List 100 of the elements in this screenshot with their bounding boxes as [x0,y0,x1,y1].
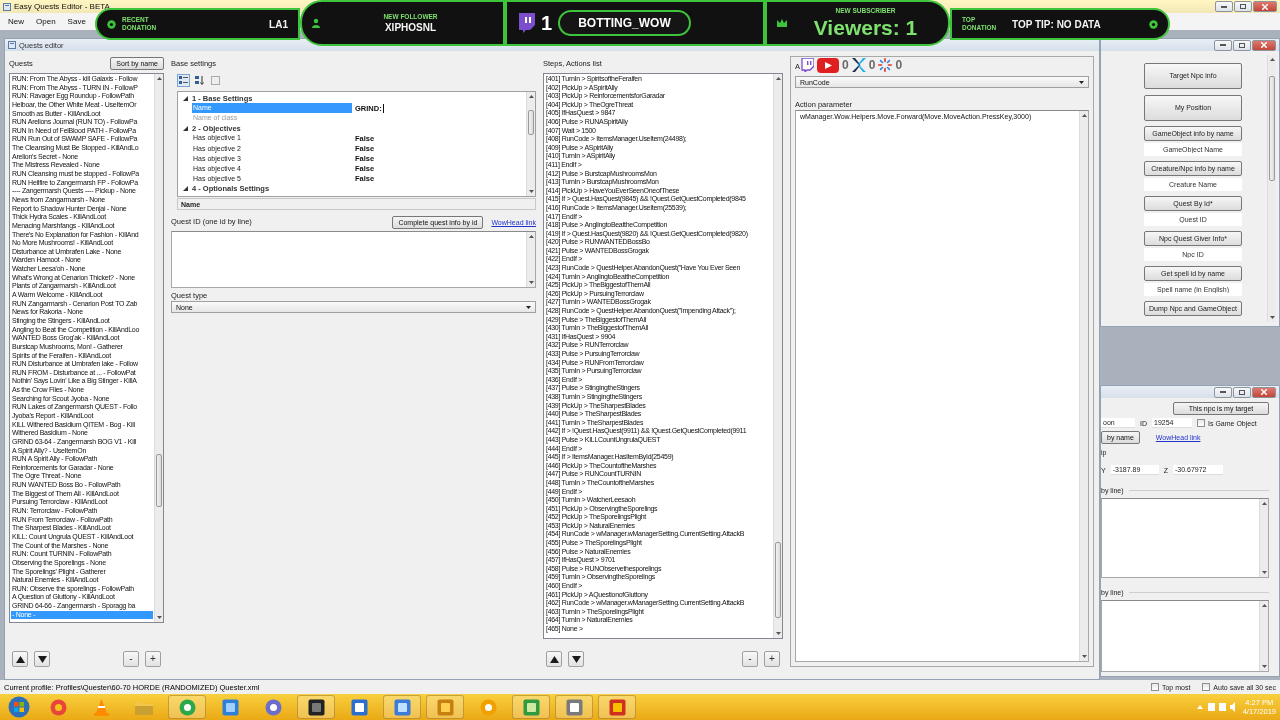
scroll-up-icon[interactable] [1261,604,1267,607]
add-button[interactable]: + [764,651,780,667]
scroll-thumb[interactable] [1269,76,1275,181]
scroll-up-icon[interactable] [775,77,781,80]
app-icon [92,698,110,716]
minimize-button[interactable] [1214,386,1232,398]
app-icon [3,2,11,11]
app-icon [608,698,626,716]
remove-button[interactable]: - [123,651,139,667]
down-arrow-icon [571,655,581,663]
scroll-thumb[interactable] [528,109,534,136]
scrollbar[interactable] [526,92,535,196]
maximize-icon [1239,42,1245,48]
menu-item[interactable]: Save [67,17,86,26]
quest-id-field[interactable] [171,231,536,288]
overlay-value: XIPHOSNL [384,22,437,33]
scroll-up-icon[interactable] [1261,502,1267,505]
scroll-down-icon[interactable] [156,616,162,619]
scroll-up-icon[interactable] [528,235,534,238]
sort-icon [195,76,204,85]
close-icon [1262,3,1268,10]
scrollbar[interactable] [526,232,535,287]
sparkle-icon [878,58,893,72]
up-arrow-icon [15,655,25,663]
minimize-icon [1220,44,1226,46]
down-arrow-icon [37,655,47,663]
app-icon [307,698,325,716]
scroll-thumb[interactable] [775,541,781,619]
scroll-up-icon[interactable] [1269,58,1275,61]
caret-icon [526,305,531,309]
minimize-button[interactable] [1214,39,1232,51]
categorized-button[interactable] [177,74,190,87]
overlay-value: LA1 [269,18,288,30]
app-icon [8,41,16,49]
taskbar-button[interactable] [297,695,335,719]
checkbox[interactable] [1197,419,1205,427]
start-orb-icon [8,696,30,718]
move-down-button[interactable] [34,651,50,667]
close-icon [1261,389,1267,395]
caret-icon [1079,80,1084,84]
coin-icon [107,19,116,29]
maximize-button[interactable] [1234,1,1252,12]
list-field[interactable] [1101,600,1269,672]
scrollbar[interactable] [773,74,782,638]
up-arrow-icon [549,655,559,663]
expand-icon[interactable] [183,125,188,131]
scrollbar[interactable] [1259,499,1268,577]
social-count: 0 [868,58,876,72]
scroll-down-icon[interactable] [1269,316,1275,319]
move-down-button[interactable] [568,651,584,667]
menu-item[interactable]: Open [36,17,56,26]
scrollbar[interactable] [1079,111,1088,661]
sort-alphabetical-button[interactable] [193,74,206,87]
scrollbar[interactable] [1259,601,1268,671]
expand-icon[interactable] [183,95,188,101]
maximize-button[interactable] [1233,39,1251,51]
social-count: 0 [895,58,903,72]
scroll-down-icon[interactable] [1261,571,1267,574]
window-title: Easy Quests Editor - BETA [14,2,110,11]
scroll-down-icon[interactable] [528,281,534,284]
app-icon [522,698,540,716]
scroll-up-icon[interactable] [528,95,534,98]
app-icon [178,698,196,716]
maximize-icon [1240,4,1246,9]
list-field[interactable] [1101,498,1269,578]
close-button[interactable] [1252,386,1276,398]
app-icon [264,698,282,716]
app-icon [479,698,497,716]
minimize-button[interactable] [1215,1,1233,12]
maximize-button[interactable] [1233,386,1251,398]
add-button[interactable]: + [145,651,161,667]
scroll-thumb[interactable] [156,454,162,507]
chat-logo-icon [517,13,535,33]
scroll-up-icon[interactable] [156,77,162,80]
app-icon [135,699,153,715]
scroll-up-icon[interactable] [1081,114,1087,117]
scroll-down-icon[interactable] [1081,655,1087,658]
user-icon [312,18,322,28]
expand-icon[interactable] [183,186,188,192]
maximize-icon [1239,389,1245,395]
close-icon [1261,42,1267,48]
close-button[interactable] [1252,39,1276,51]
menu-item[interactable]: New [8,17,24,26]
move-up-button[interactable] [12,651,28,667]
remove-button[interactable]: - [742,651,758,667]
scrollbar[interactable] [1267,55,1276,322]
channel-name: BOTTING_WOW [558,10,691,36]
move-up-button[interactable] [546,651,562,667]
chat-logo-icon [801,58,814,72]
scroll-down-icon[interactable] [775,632,781,635]
coin-icon [1149,19,1158,29]
app-icon [221,698,239,716]
list-icon [179,76,188,85]
checkbox[interactable] [1150,683,1159,691]
scroll-down-icon[interactable] [1261,665,1267,668]
checkbox[interactable] [1202,683,1211,691]
scrollbar[interactable] [154,74,163,622]
social-count: 0 [842,58,849,72]
scroll-down-icon[interactable] [528,190,534,193]
close-button[interactable] [1253,1,1277,12]
